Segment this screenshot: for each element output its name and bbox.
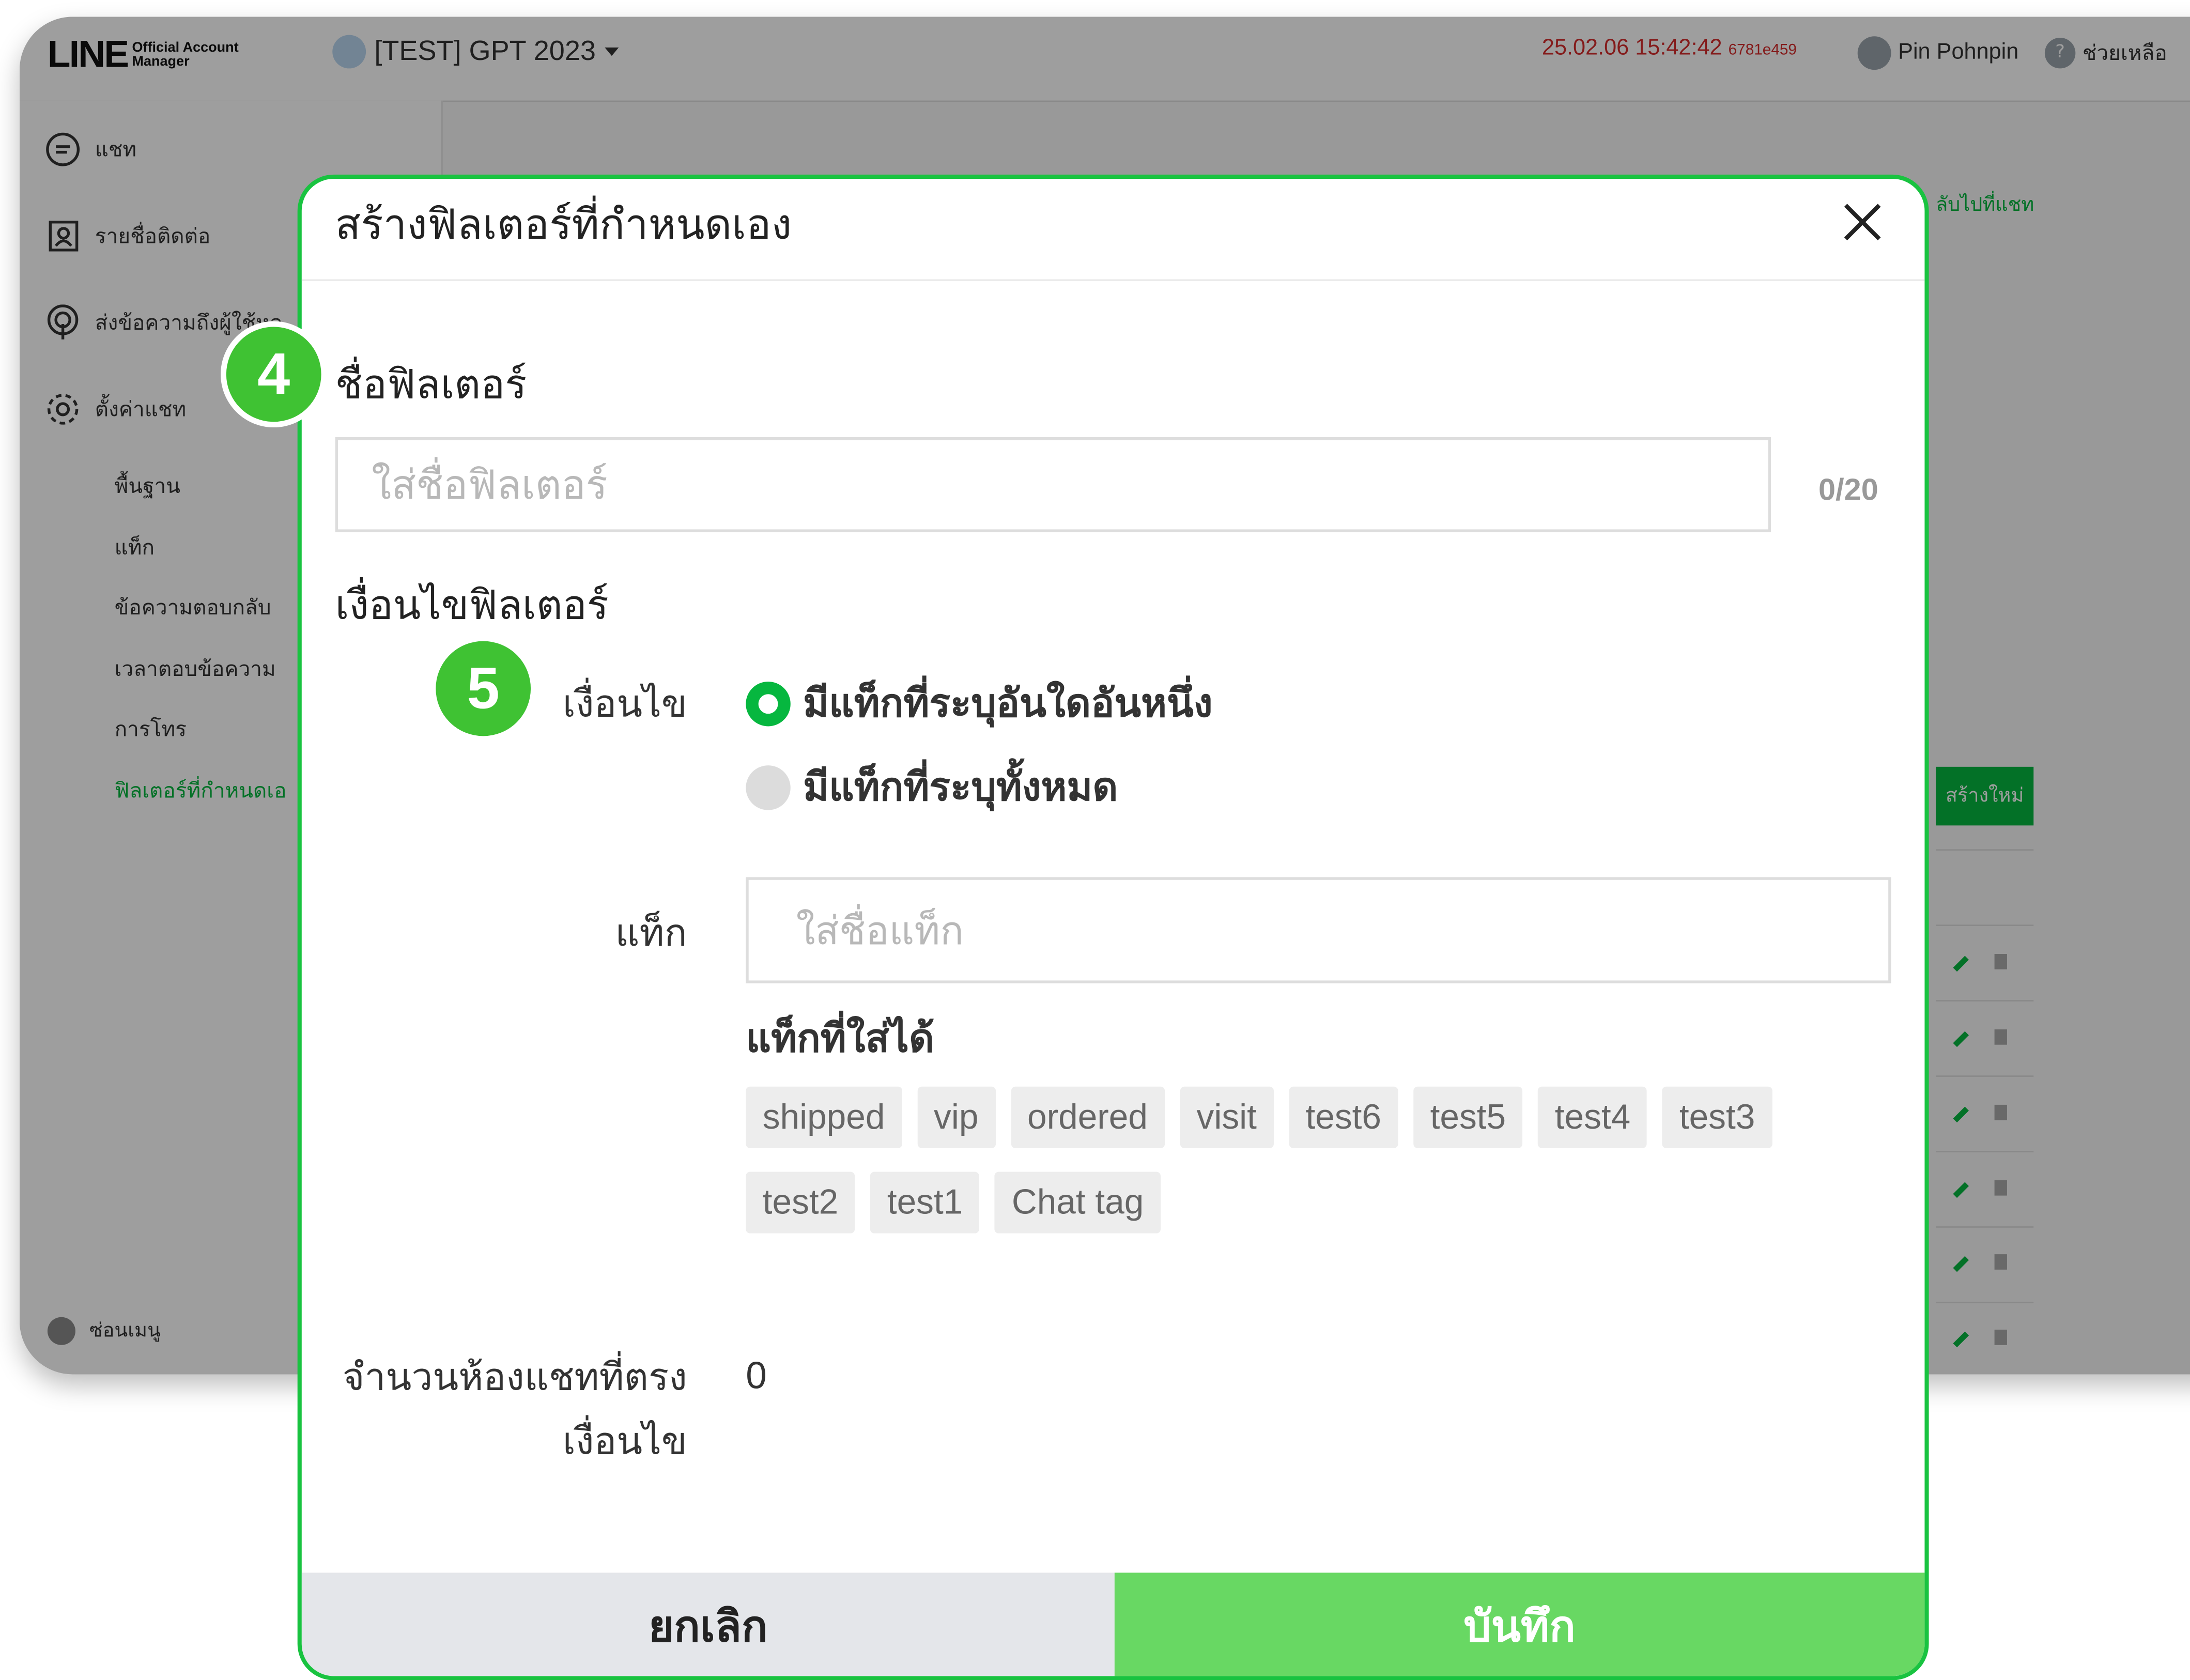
tag-chip[interactable]: ordered [1010,1086,1165,1148]
filter-name-input[interactable] [335,437,1771,532]
tag-chip[interactable]: test1 [870,1172,980,1234]
dialog-divider [301,279,1925,281]
filter-conditions-label: เงื่อนไขฟิลเตอร์ [335,581,609,629]
step-badge: 4 [221,321,327,428]
radio-any-tag[interactable]: มีแท็กที่ระบุอันใดอันหนึ่ง [746,673,1213,735]
save-button[interactable]: บันทึก [1114,1573,1925,1676]
create-filter-dialog: สร้างฟิลเตอร์ที่กำหนดเอง ชื่อฟิลเตอร์ 0/… [297,174,1929,1680]
radio-checked-icon[interactable] [746,681,791,727]
step-badge: 5 [430,635,536,742]
tag-chip[interactable]: Chat tag [995,1172,1161,1234]
radio-unchecked-icon[interactable] [746,765,791,810]
match-count-value: 0 [746,1354,767,1397]
tag-chip[interactable]: visit [1180,1086,1274,1148]
tag-chip[interactable]: test3 [1662,1086,1772,1148]
tag-chip[interactable]: shipped [746,1086,902,1148]
tag-chip[interactable]: test6 [1289,1086,1398,1148]
character-counter: 0/20 [1818,472,1878,507]
app-root: LINE Official Account Manager [TEST] GPT… [0,0,2190,1680]
available-tags-list: shipped vip ordered visit test6 test5 te… [746,1086,1863,1234]
match-count-label: จำนวนห้องแชทที่ตรง เงื่อนไข [342,1356,687,1464]
tag-input[interactable] [746,877,1891,983]
radio-all-tags[interactable]: มีแท็กที่ระบุทั้งหมด [746,757,1118,819]
tag-chip[interactable]: vip [917,1086,995,1148]
dialog-title: สร้างฟิลเตอร์ที่กำหนดเอง [335,201,792,250]
tag-chip[interactable]: test5 [1413,1086,1523,1148]
filter-name-label: ชื่อฟิลเตอร์ [335,360,527,408]
close-icon[interactable] [1838,198,1886,246]
tag-label: แท็ก [615,912,687,955]
cancel-button[interactable]: ยกเลิก [301,1573,1115,1676]
tag-chip[interactable]: test4 [1538,1086,1647,1148]
condition-label: เงื่อนไข [562,683,687,727]
tag-chip[interactable]: test2 [746,1172,855,1234]
available-tags-label: แท็กที่ใส่ได้ [746,1015,935,1062]
